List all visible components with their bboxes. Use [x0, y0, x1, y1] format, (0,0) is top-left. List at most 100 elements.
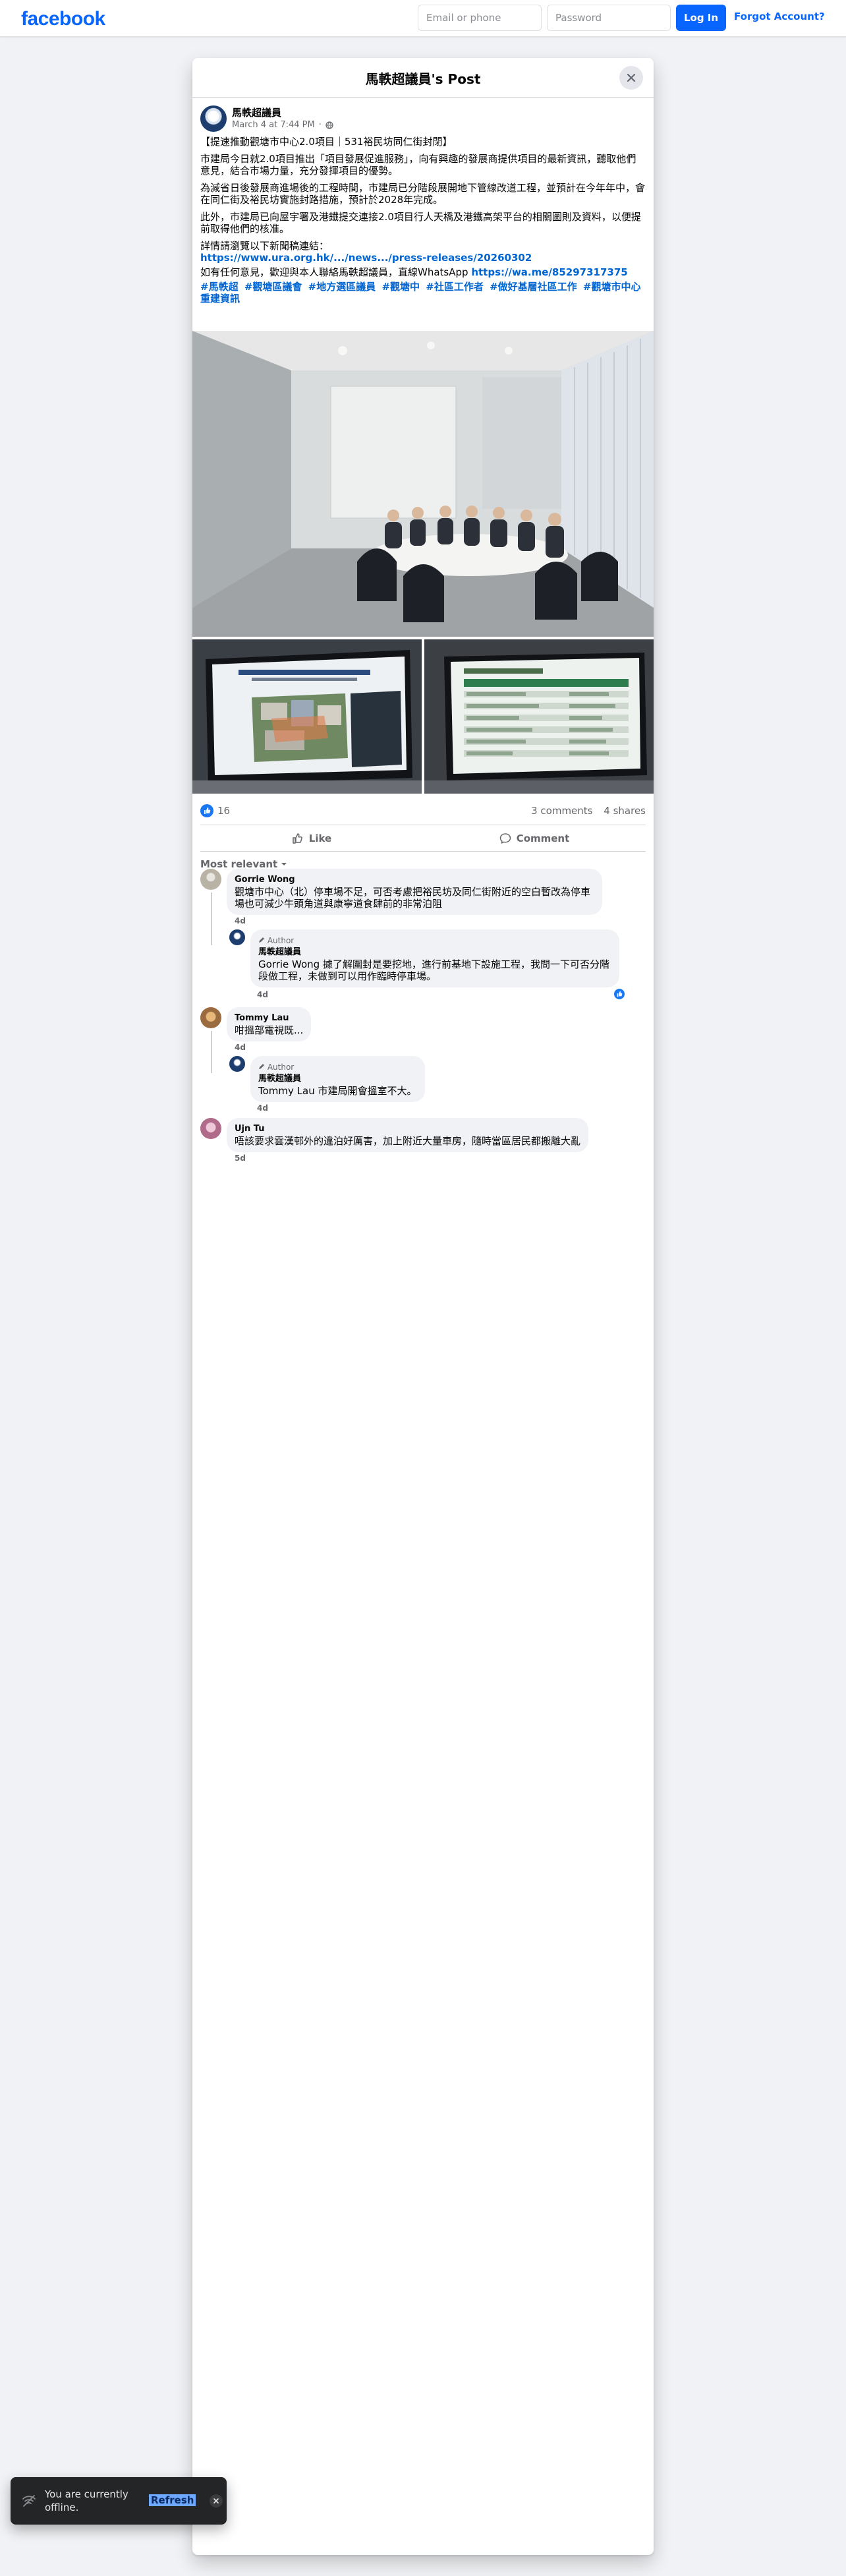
refresh-link[interactable]: Refresh	[149, 2494, 196, 2506]
close-icon	[213, 2498, 219, 2503]
hashtag-list: #馬軼超 #觀塘區議會 #地方選區議員 #觀塘中 #社區工作者 #做好基層社區工…	[200, 281, 646, 305]
reply-author-name[interactable]: 馬軼超議員	[258, 1073, 417, 1085]
like-count[interactable]: 16	[217, 805, 230, 817]
top-navigation-bar: facebook Log In Forgot Account?	[0, 0, 846, 37]
post-dialog: 馬軼超議員's Post 馬軼超議員 March 4 at 7:44 PM · …	[192, 58, 654, 2555]
author-badge: Author	[258, 1061, 417, 1073]
offline-toast: You are currently offline. Refresh	[11, 2477, 227, 2525]
hashtag-link[interactable]: #社區工作者	[426, 281, 484, 293]
share-count[interactable]: 4 shares	[604, 805, 646, 817]
author-tag-label: Author	[267, 936, 295, 945]
thumbs-up-icon	[204, 807, 211, 814]
post-paragraph: 市建局今日就2.0項目推出「項目發展促進服務」，向有興趣的發展商提供項目的最新資…	[200, 153, 636, 177]
reply-text: Gorrie Wong 據了解圍封是要挖地，進行前基地下設施工程，我問一下可否分…	[258, 958, 609, 982]
contact-block: 如有任何意見，歡迎與本人聯絡馬軼超議員，直線WhatsApp https://w…	[200, 266, 646, 278]
offline-icon	[22, 2495, 36, 2507]
screen-table-illustration	[424, 639, 654, 794]
comment-bubble: Gorrie Wong 觀塘市中心（北）停車場不足，可否考慮把裕民坊及同仁街附近…	[227, 869, 602, 915]
hashtag-link[interactable]: #觀塘區議會	[244, 281, 302, 293]
author-avatar[interactable]	[200, 105, 227, 132]
comment-count[interactable]: 3 comments	[531, 805, 592, 817]
reply-thread-line	[211, 893, 212, 945]
pencil-icon	[259, 937, 264, 943]
reply: Author 馬軼超議員 Tommy Lau 市建局開會搵室不大。	[229, 1056, 425, 1102]
screen-plan-illustration	[192, 639, 422, 794]
hashtag-link[interactable]: #地方選區議員	[308, 281, 376, 293]
author-reply-avatar[interactable]	[229, 1056, 245, 1072]
comment-label: Comment	[516, 832, 570, 844]
meeting-room-illustration	[192, 331, 654, 637]
author-tag-label: Author	[267, 1063, 295, 1072]
close-button[interactable]	[619, 66, 643, 90]
press-release-link[interactable]: https://www.ura.org.hk/.../news.../press…	[200, 252, 532, 264]
hashtag-link[interactable]: #觀塘中	[381, 281, 420, 293]
commenter-name[interactable]: Tommy Lau	[235, 1012, 303, 1024]
press-release-block: 詳情請瀏覽以下新聞稿連結： https://www.ura.org.hk/...…	[200, 240, 646, 264]
comment-text: 咁搵部電視既...	[235, 1024, 304, 1036]
post-actions: Like Comment	[200, 825, 646, 852]
comment: Ujn Tu 唔該要求雲漢邨外的違泊好厲害，加上附近大量車房，隨時當區居民都搬離…	[200, 1118, 589, 1152]
like-label: Like	[308, 832, 332, 844]
screen-aerial-plan-photo[interactable]	[192, 639, 422, 794]
commenter-name[interactable]: Gorrie Wong	[235, 874, 594, 886]
reply-like-icon[interactable]	[614, 989, 625, 999]
reply-text: Tommy Lau 市建局開會搵室不大。	[258, 1085, 417, 1097]
facebook-logo[interactable]: facebook	[21, 8, 105, 30]
post-paragraph: 為減省日後發展商進場後的工程時間，市建局已分階段展開地下管線改道工程，並預計在今…	[200, 182, 646, 206]
comment-text: 唔該要求雲漢邨外的違泊好厲害，加上附近大量車房，隨時當區居民都搬離大亂	[235, 1135, 581, 1147]
author-name[interactable]: 馬軼超議員	[232, 105, 281, 119]
comment-button[interactable]: Comment	[423, 825, 646, 851]
comment-bubble: Tommy Lau 咁搵部電視既...	[227, 1007, 312, 1041]
post-paragraph: 此外，市建局已向屋宇署及港鐵提交連接2.0項目行人天橋及港鐵高架平台的相關圖則及…	[200, 211, 641, 235]
dialog-title: 馬軼超議員's Post	[365, 71, 481, 87]
chevron-down-icon	[281, 863, 287, 865]
login-button[interactable]: Log In	[676, 5, 726, 31]
post-body: 【提速推動觀塘市中心2.0項目｜531裕民坊同仁街封閉】 市建局今日就2.0項目…	[200, 136, 646, 305]
comment-time[interactable]: 5d	[235, 1154, 246, 1163]
password-input[interactable]	[547, 5, 671, 31]
meeting-room-photo[interactable]	[192, 331, 654, 637]
comment: Gorrie Wong 觀塘市中心（北）停車場不足，可否考慮把裕民坊及同仁街附近…	[200, 869, 602, 915]
toast-close-button[interactable]	[210, 2494, 223, 2507]
post-meta: March 4 at 7:44 PM ·	[232, 120, 333, 130]
reply-time[interactable]: 4d	[257, 1103, 268, 1113]
screen-table-photo[interactable]	[424, 639, 654, 794]
reply-bubble: Author 馬軼超議員 Gorrie Wong 據了解圍封是要挖地，進行前基地…	[250, 929, 619, 987]
forgot-account-link[interactable]: Forgot Account?	[734, 11, 825, 22]
engagement-counts: 3 comments 4 shares	[523, 805, 646, 817]
comment-bubble: Ujn Tu 唔該要求雲漢邨外的違泊好厲害，加上附近大量車房，隨時當區居民都搬離…	[227, 1118, 589, 1152]
commenter-avatar[interactable]	[200, 1007, 221, 1028]
like-icon	[293, 833, 302, 844]
author-reply-avatar[interactable]	[229, 929, 245, 945]
reply-bubble: Author 馬軼超議員 Tommy Lau 市建局開會搵室不大。	[250, 1056, 425, 1102]
post-timestamp[interactable]: March 4 at 7:44 PM	[232, 120, 315, 130]
commenter-name[interactable]: Ujn Tu	[235, 1123, 580, 1135]
globe-icon	[325, 121, 333, 129]
comment-time[interactable]: 4d	[235, 1043, 246, 1052]
comment-time[interactable]: 4d	[235, 916, 246, 925]
reply-time[interactable]: 4d	[257, 990, 268, 999]
commenter-avatar[interactable]	[200, 1118, 221, 1139]
like-button[interactable]: Like	[200, 825, 423, 851]
comment-icon	[499, 833, 511, 844]
close-icon	[627, 73, 636, 82]
thumbs-up-icon	[617, 991, 623, 997]
reactions-bar: 16 3 comments 4 shares	[200, 796, 646, 825]
author-badge: Author	[258, 935, 611, 947]
post-paragraph: 【提速推動觀塘市中心2.0項目｜531裕民坊同仁街封閉】	[200, 136, 453, 148]
dialog-header: 馬軼超議員's Post	[192, 58, 654, 98]
hashtag-link[interactable]: #馬軼超	[200, 281, 239, 293]
comment-text: 觀塘市中心（北）停車場不足，可否考慮把裕民坊及同仁街附近的空白暫改為停車場也可減…	[235, 886, 591, 910]
email-input[interactable]	[418, 5, 542, 31]
reply-author-name[interactable]: 馬軼超議員	[258, 947, 611, 958]
commenter-avatar[interactable]	[200, 869, 221, 890]
hashtag-link[interactable]: #做好基層社區工作	[490, 281, 577, 293]
offline-message: You are currently offline.	[45, 2488, 128, 2513]
reply: Author 馬軼超議員 Gorrie Wong 據了解圍封是要挖地，進行前基地…	[229, 929, 619, 987]
comment: Tommy Lau 咁搵部電視既...	[200, 1007, 312, 1041]
reply-thread-line	[211, 1031, 212, 1073]
press-intro-text: 詳情請瀏覽以下新聞稿連結：	[200, 240, 329, 252]
whatsapp-link[interactable]: https://wa.me/85297317375	[471, 266, 627, 278]
like-reaction-icon[interactable]	[200, 804, 213, 817]
contact-text: 如有任何意見，歡迎與本人聯絡馬軼超議員，直線WhatsApp	[200, 266, 472, 278]
